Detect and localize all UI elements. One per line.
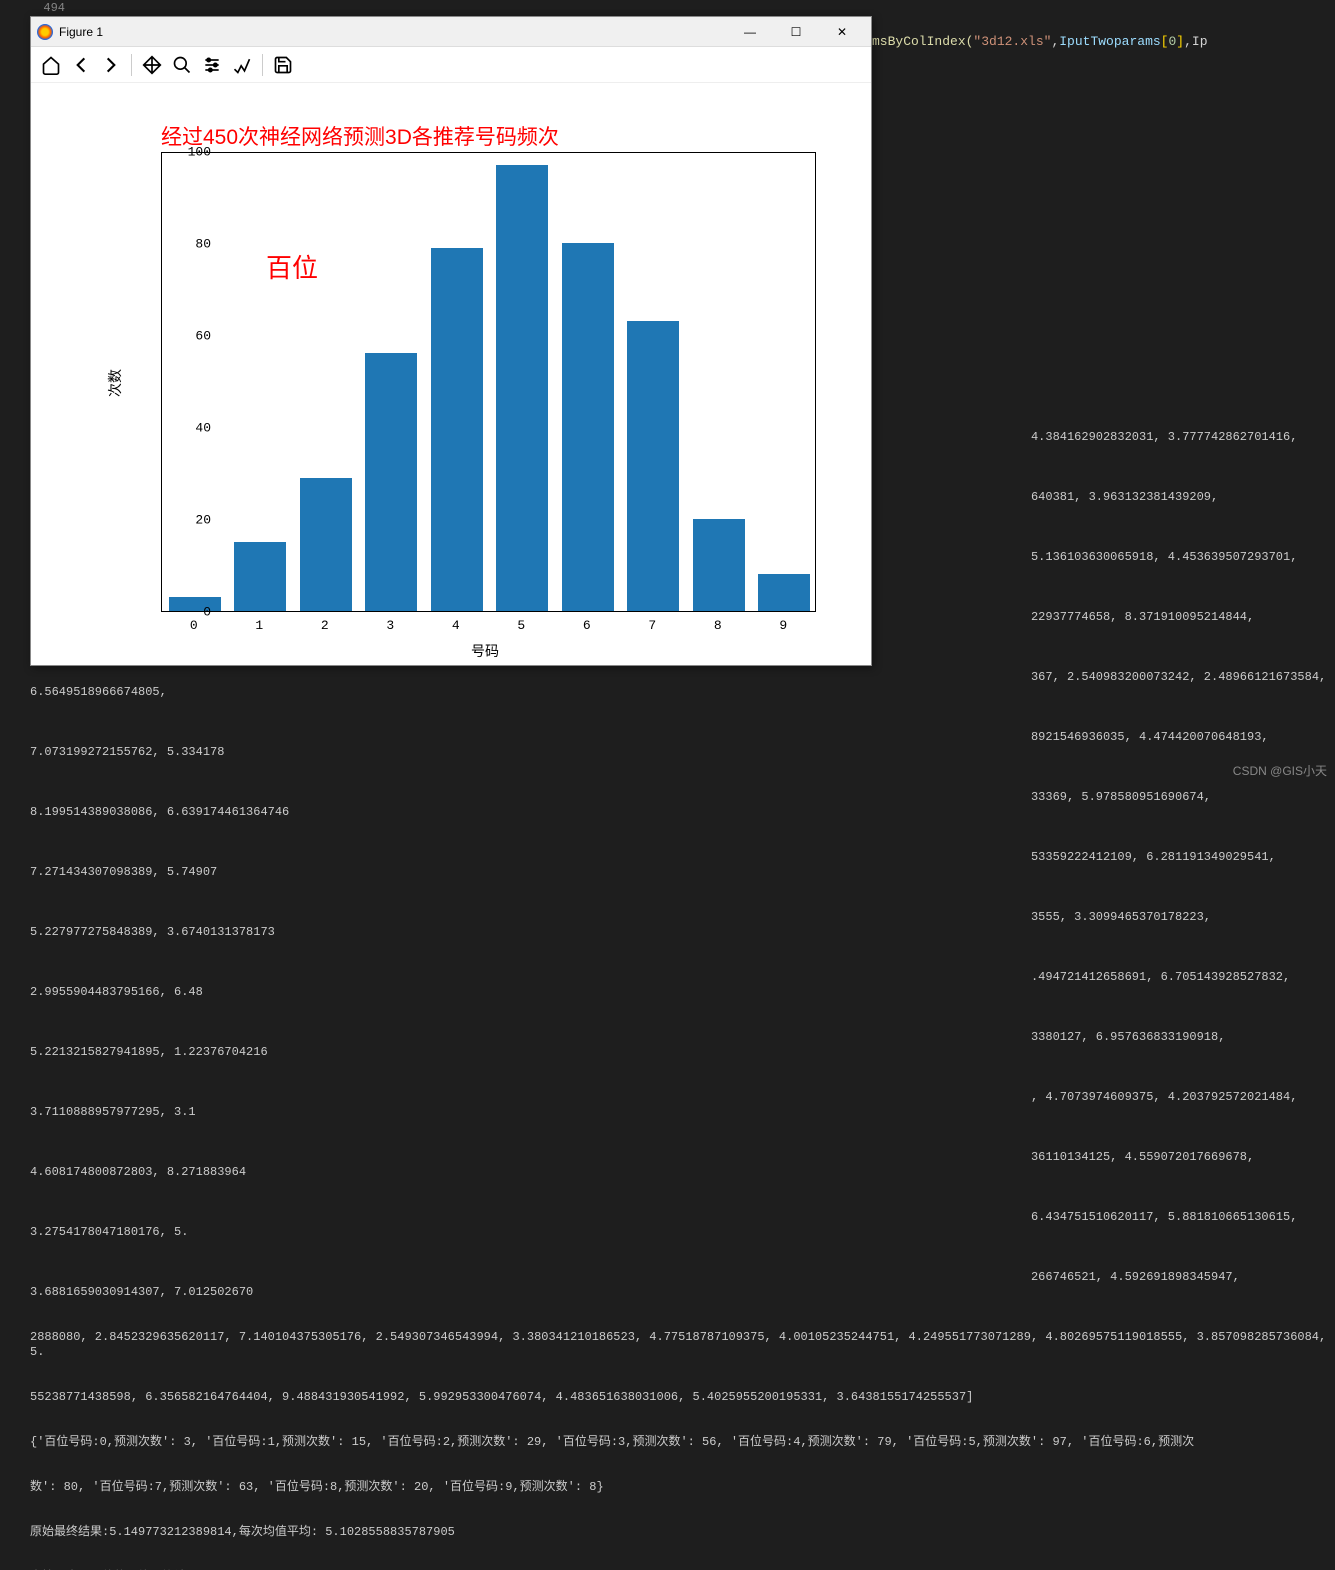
console-line: 3380127, 6.957636833190918, 5.2213215827…	[30, 1030, 1335, 1060]
bar	[496, 165, 548, 611]
background-code-snippet: msByColIndex("3d12.xls",IputTwoparams[0]…	[872, 34, 1208, 49]
zoom-icon[interactable]	[168, 51, 196, 79]
bar	[627, 321, 679, 611]
x-axis-label: 号码	[471, 641, 499, 661]
plot-area: 经过450次神经网络预测3D各推荐号码频次 百位 次数 号码 020406080…	[31, 83, 871, 665]
minimize-button[interactable]: —	[727, 18, 773, 46]
x-tick-label: 8	[714, 618, 722, 633]
x-tick-label: 2	[321, 618, 329, 633]
console-line: 55238771438598, 6.356582164764404, 9.488…	[30, 1390, 1335, 1405]
y-tick-label: 0	[203, 605, 211, 620]
bar	[365, 353, 417, 611]
x-tick-label: 7	[648, 618, 656, 633]
console-line: 8921546936035, 4.474420070648193, 7.0731…	[30, 730, 1335, 760]
console-line: 53359222412109, 6.281191349029541, 7.271…	[30, 850, 1335, 880]
console-line: {'百位号码:0,预测次数': 3, '百位号码:1,预测次数': 15, '百…	[30, 1435, 1335, 1450]
console-line: 266746521, 4.592691898345947, 3.68816590…	[30, 1270, 1335, 1300]
editor-background: 494 IputTwoparams=(5,5)	[0, 0, 1335, 17]
x-tick-label: 9	[779, 618, 787, 633]
configure-icon[interactable]	[198, 51, 226, 79]
edit-icon[interactable]	[228, 51, 256, 79]
bar	[562, 243, 614, 611]
watermark: CSDN @GIS小天	[1233, 762, 1327, 779]
home-icon[interactable]	[37, 51, 65, 79]
bar	[234, 542, 286, 611]
x-tick-label: 3	[386, 618, 394, 633]
x-tick-label: 6	[583, 618, 591, 633]
x-tick-label: 4	[452, 618, 460, 633]
close-button[interactable]: ✕	[819, 18, 865, 46]
pan-icon[interactable]	[138, 51, 166, 79]
y-tick-label: 40	[195, 421, 211, 436]
console-line: , 4.7073974609375, 4.203792572021484, 3.…	[30, 1090, 1335, 1120]
code-line: 494 IputTwoparams=(5,5)	[30, 0, 1335, 17]
bar	[693, 519, 745, 611]
matplotlib-icon	[37, 24, 53, 40]
console-line: 36110134125, 4.559072017669678, 4.608174…	[30, 1150, 1335, 1180]
x-tick-label: 1	[255, 618, 263, 633]
matplotlib-toolbar	[31, 47, 871, 83]
console-line: 367, 2.540983200073242, 2.48966121673584…	[30, 670, 1335, 700]
console-line: 3555, 3.3099465370178223, 5.227977275848…	[30, 910, 1335, 940]
back-icon[interactable]	[67, 51, 95, 79]
y-axis-label: 次数	[105, 369, 125, 397]
maximize-button[interactable]: ☐	[773, 18, 819, 46]
bar	[169, 597, 221, 611]
bar	[758, 574, 810, 611]
console-line: 2888080, 2.8452329635620117, 7.140104375…	[30, 1330, 1335, 1360]
y-tick-label: 60	[195, 329, 211, 344]
save-icon[interactable]	[269, 51, 297, 79]
console-line: 33369, 5.978580951690674, 8.199514389038…	[30, 790, 1335, 820]
window-title: Figure 1	[59, 25, 727, 39]
y-tick-label: 80	[195, 237, 211, 252]
console-line: 6.434751510620117, 5.881810665130615, 3.…	[30, 1210, 1335, 1240]
line-number: 494	[30, 0, 80, 17]
titlebar[interactable]: Figure 1 — ☐ ✕	[31, 17, 871, 47]
x-tick-label: 0	[190, 618, 198, 633]
bar	[300, 478, 352, 611]
x-tick-label: 5	[517, 618, 525, 633]
toolbar-separator	[262, 54, 263, 76]
chart-title: 经过450次神经网络预测3D各推荐号码频次	[161, 121, 559, 151]
toolbar-separator	[131, 54, 132, 76]
console-line: .494721412658691, 6.705143928527832, 2.9…	[30, 970, 1335, 1000]
console-line: 数': 80, '百位号码:7,预测次数': 63, '百位号码:8,预测次数'…	[30, 1480, 1335, 1495]
axis-box	[161, 152, 816, 612]
console-line: 原始最终结果:5.149773212389814,每次均值平均: 5.10285…	[30, 1525, 1335, 1540]
forward-icon[interactable]	[97, 51, 125, 79]
code-content: IputTwoparams=(5,5)	[80, 0, 260, 17]
y-tick-label: 100	[188, 145, 211, 160]
figure-window: Figure 1 — ☐ ✕ 经过450次神经网络预测3D各推荐号码频次 百位 …	[30, 16, 872, 666]
bar	[431, 248, 483, 611]
y-tick-label: 20	[195, 513, 211, 528]
